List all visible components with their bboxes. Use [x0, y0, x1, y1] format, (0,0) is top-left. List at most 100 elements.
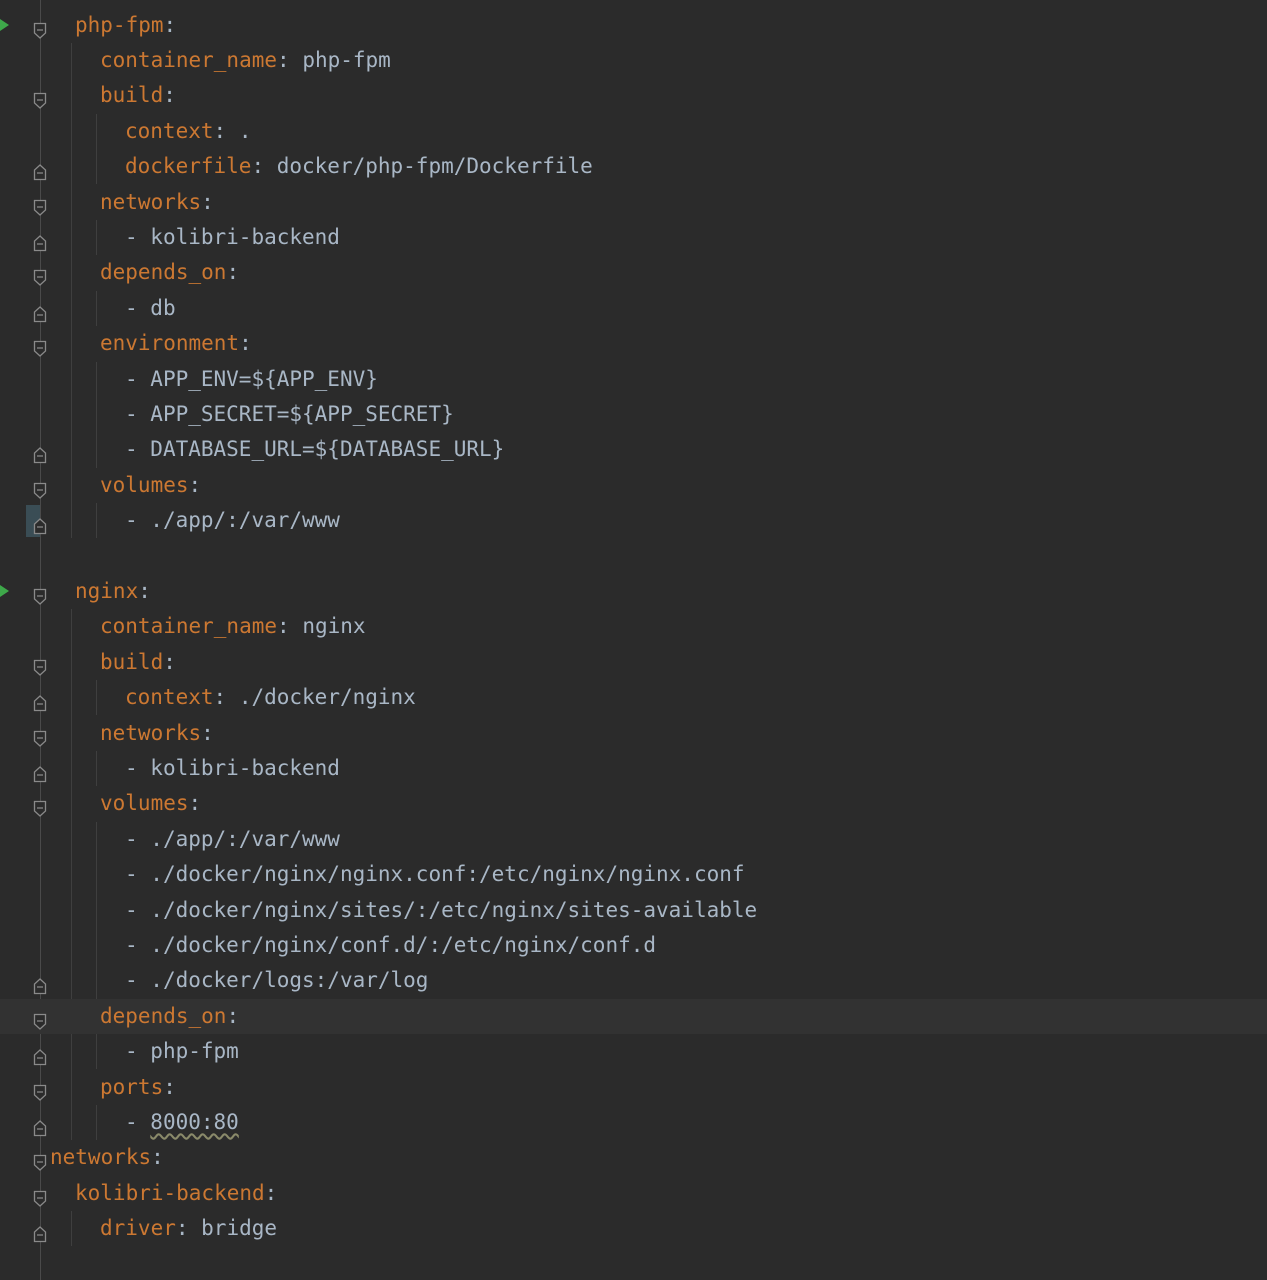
code-line[interactable]: - ./app/:/var/www — [0, 503, 1267, 538]
yaml-value: ./docker/logs:/var/log — [150, 968, 429, 993]
code-line[interactable]: container_name: nginx — [0, 609, 1267, 644]
code-text: - 8000:80 — [125, 1105, 239, 1140]
fold-open-icon[interactable] — [33, 1184, 47, 1207]
code-line[interactable]: environment: — [0, 326, 1267, 361]
code-line[interactable]: volumes: — [0, 786, 1267, 821]
code-text: - ./docker/nginx/sites/:/etc/nginx/sites… — [125, 893, 757, 928]
code-text: - ./app/:/var/www — [125, 822, 340, 857]
code-line[interactable] — [0, 539, 1267, 574]
code-line[interactable]: - php-fpm — [0, 1034, 1267, 1069]
code-line[interactable]: - kolibri-backend — [0, 220, 1267, 255]
code-line[interactable]: build: — [0, 78, 1267, 113]
fold-close-icon[interactable] — [33, 688, 47, 712]
code-line[interactable]: container_name: php-fpm — [0, 43, 1267, 78]
fold-open-icon[interactable] — [33, 1007, 47, 1030]
run-gutter-icon[interactable] — [0, 18, 9, 31]
code-text: - kolibri-backend — [125, 751, 340, 786]
code-line[interactable]: depends_on: — [0, 998, 1267, 1035]
code-line[interactable]: - 8000:80 — [0, 1105, 1267, 1140]
yaml-key: volumes — [100, 791, 189, 816]
fold-open-icon[interactable] — [33, 193, 47, 216]
fold-open-icon[interactable] — [33, 476, 47, 499]
run-gutter-icon[interactable] — [0, 584, 9, 597]
code-line[interactable]: ports: — [0, 1070, 1267, 1105]
code-editor[interactable]: php-fpm: container_name: php-fpm build: con… — [0, 0, 1267, 1280]
code-text: driver: bridge — [100, 1211, 277, 1246]
yaml-value: db — [150, 295, 176, 320]
fold-open-icon[interactable] — [33, 724, 47, 747]
code-line[interactable]: - kolibri-backend — [0, 751, 1267, 786]
yaml-value: ./app/:/var/www — [150, 508, 340, 533]
yaml-value: APP_ENV=${APP_ENV} — [150, 366, 378, 391]
fold-open-icon[interactable] — [33, 86, 47, 110]
yaml-colon: : — [163, 1074, 176, 1099]
fold-close-icon[interactable] — [33, 1113, 47, 1137]
fold-close-icon[interactable] — [33, 511, 47, 535]
yaml-key: networks — [50, 1145, 152, 1170]
fold-close-icon[interactable] — [33, 759, 47, 783]
fold-open-icon[interactable] — [33, 1078, 47, 1101]
fold-open-icon[interactable] — [33, 263, 47, 287]
code-text: build: — [100, 78, 176, 113]
code-line[interactable]: - ./docker/logs:/var/log — [0, 963, 1267, 998]
list-dash: - — [125, 1039, 151, 1064]
code-line[interactable]: - ./docker/nginx/nginx.conf:/etc/nginx/n… — [0, 857, 1267, 892]
yaml-key: networks — [100, 720, 202, 745]
yaml-key: container_name — [100, 47, 278, 72]
yaml-value: ./app/:/var/www — [150, 826, 340, 851]
yaml-colon: : — [175, 1216, 202, 1241]
code-line[interactable]: nginx: — [0, 574, 1267, 609]
fold-open-icon[interactable] — [33, 794, 47, 818]
code-line[interactable]: depends_on: — [0, 255, 1267, 290]
fold-open-icon[interactable] — [33, 582, 47, 605]
yaml-value: 8000:80 — [150, 1109, 239, 1134]
fold-close-icon[interactable] — [33, 1219, 47, 1243]
fold-open-icon[interactable] — [33, 1148, 47, 1172]
code-line[interactable]: - ./docker/nginx/sites/:/etc/nginx/sites… — [0, 893, 1267, 928]
code-line[interactable]: networks: — [0, 185, 1267, 220]
list-dash: - — [125, 862, 151, 887]
fold-open-icon[interactable] — [33, 334, 47, 357]
list-dash: - — [125, 224, 151, 249]
code-line[interactable]: driver: bridge — [0, 1211, 1267, 1246]
yaml-value: DATABASE_URL=${DATABASE_URL} — [150, 437, 505, 462]
code-text: - ./app/:/var/www — [125, 503, 340, 538]
fold-close-icon[interactable] — [33, 440, 47, 464]
code-lines: php-fpm: container_name: php-fpm build: con… — [0, 0, 1267, 1280]
code-line[interactable]: php-fpm: — [0, 8, 1267, 43]
fold-close-icon[interactable] — [33, 157, 47, 181]
code-text: networks: — [100, 716, 214, 751]
fold-open-icon[interactable] — [33, 16, 47, 39]
yaml-value: php-fpm — [302, 47, 391, 72]
code-line[interactable]: context: . — [0, 114, 1267, 149]
fold-open-icon[interactable] — [33, 653, 47, 676]
code-line[interactable]: - APP_ENV=${APP_ENV} — [0, 362, 1267, 397]
yaml-colon: : — [213, 118, 239, 143]
code-line[interactable]: - APP_SECRET=${APP_SECRET} — [0, 397, 1267, 432]
fold-close-icon[interactable] — [33, 971, 47, 995]
fold-close-icon[interactable] — [33, 1042, 47, 1066]
code-line[interactable]: - DATABASE_URL=${DATABASE_URL} — [0, 432, 1267, 467]
code-line[interactable]: build: — [0, 645, 1267, 680]
code-line[interactable]: context: ./docker/nginx — [0, 680, 1267, 715]
code-line[interactable]: networks: — [0, 716, 1267, 751]
code-line[interactable]: - db — [0, 291, 1267, 326]
code-line[interactable]: networks: — [0, 1140, 1267, 1175]
code-line[interactable]: - ./app/:/var/www — [0, 822, 1267, 857]
code-line[interactable]: volumes: — [0, 468, 1267, 503]
code-line[interactable]: dockerfile: docker/php-fpm/Dockerfile — [0, 149, 1267, 184]
code-text: php-fpm: — [75, 8, 176, 43]
code-line[interactable]: - ./docker/nginx/conf.d/:/etc/nginx/conf… — [0, 928, 1267, 963]
code-text: - ./docker/nginx/nginx.conf:/etc/nginx/n… — [125, 857, 745, 892]
yaml-key: ports — [100, 1074, 164, 1099]
code-text: build: — [100, 645, 176, 680]
code-text: nginx: — [75, 574, 151, 609]
fold-close-icon[interactable] — [33, 299, 47, 322]
yaml-key: php-fpm — [75, 12, 164, 37]
fold-close-icon[interactable] — [33, 228, 47, 252]
code-text: dockerfile: docker/php-fpm/Dockerfile — [125, 149, 593, 184]
code-text: - php-fpm — [125, 1034, 239, 1069]
code-line[interactable]: kolibri-backend: — [0, 1176, 1267, 1211]
yaml-key: dockerfile — [125, 154, 252, 179]
code-text: - DATABASE_URL=${DATABASE_URL} — [125, 432, 504, 467]
